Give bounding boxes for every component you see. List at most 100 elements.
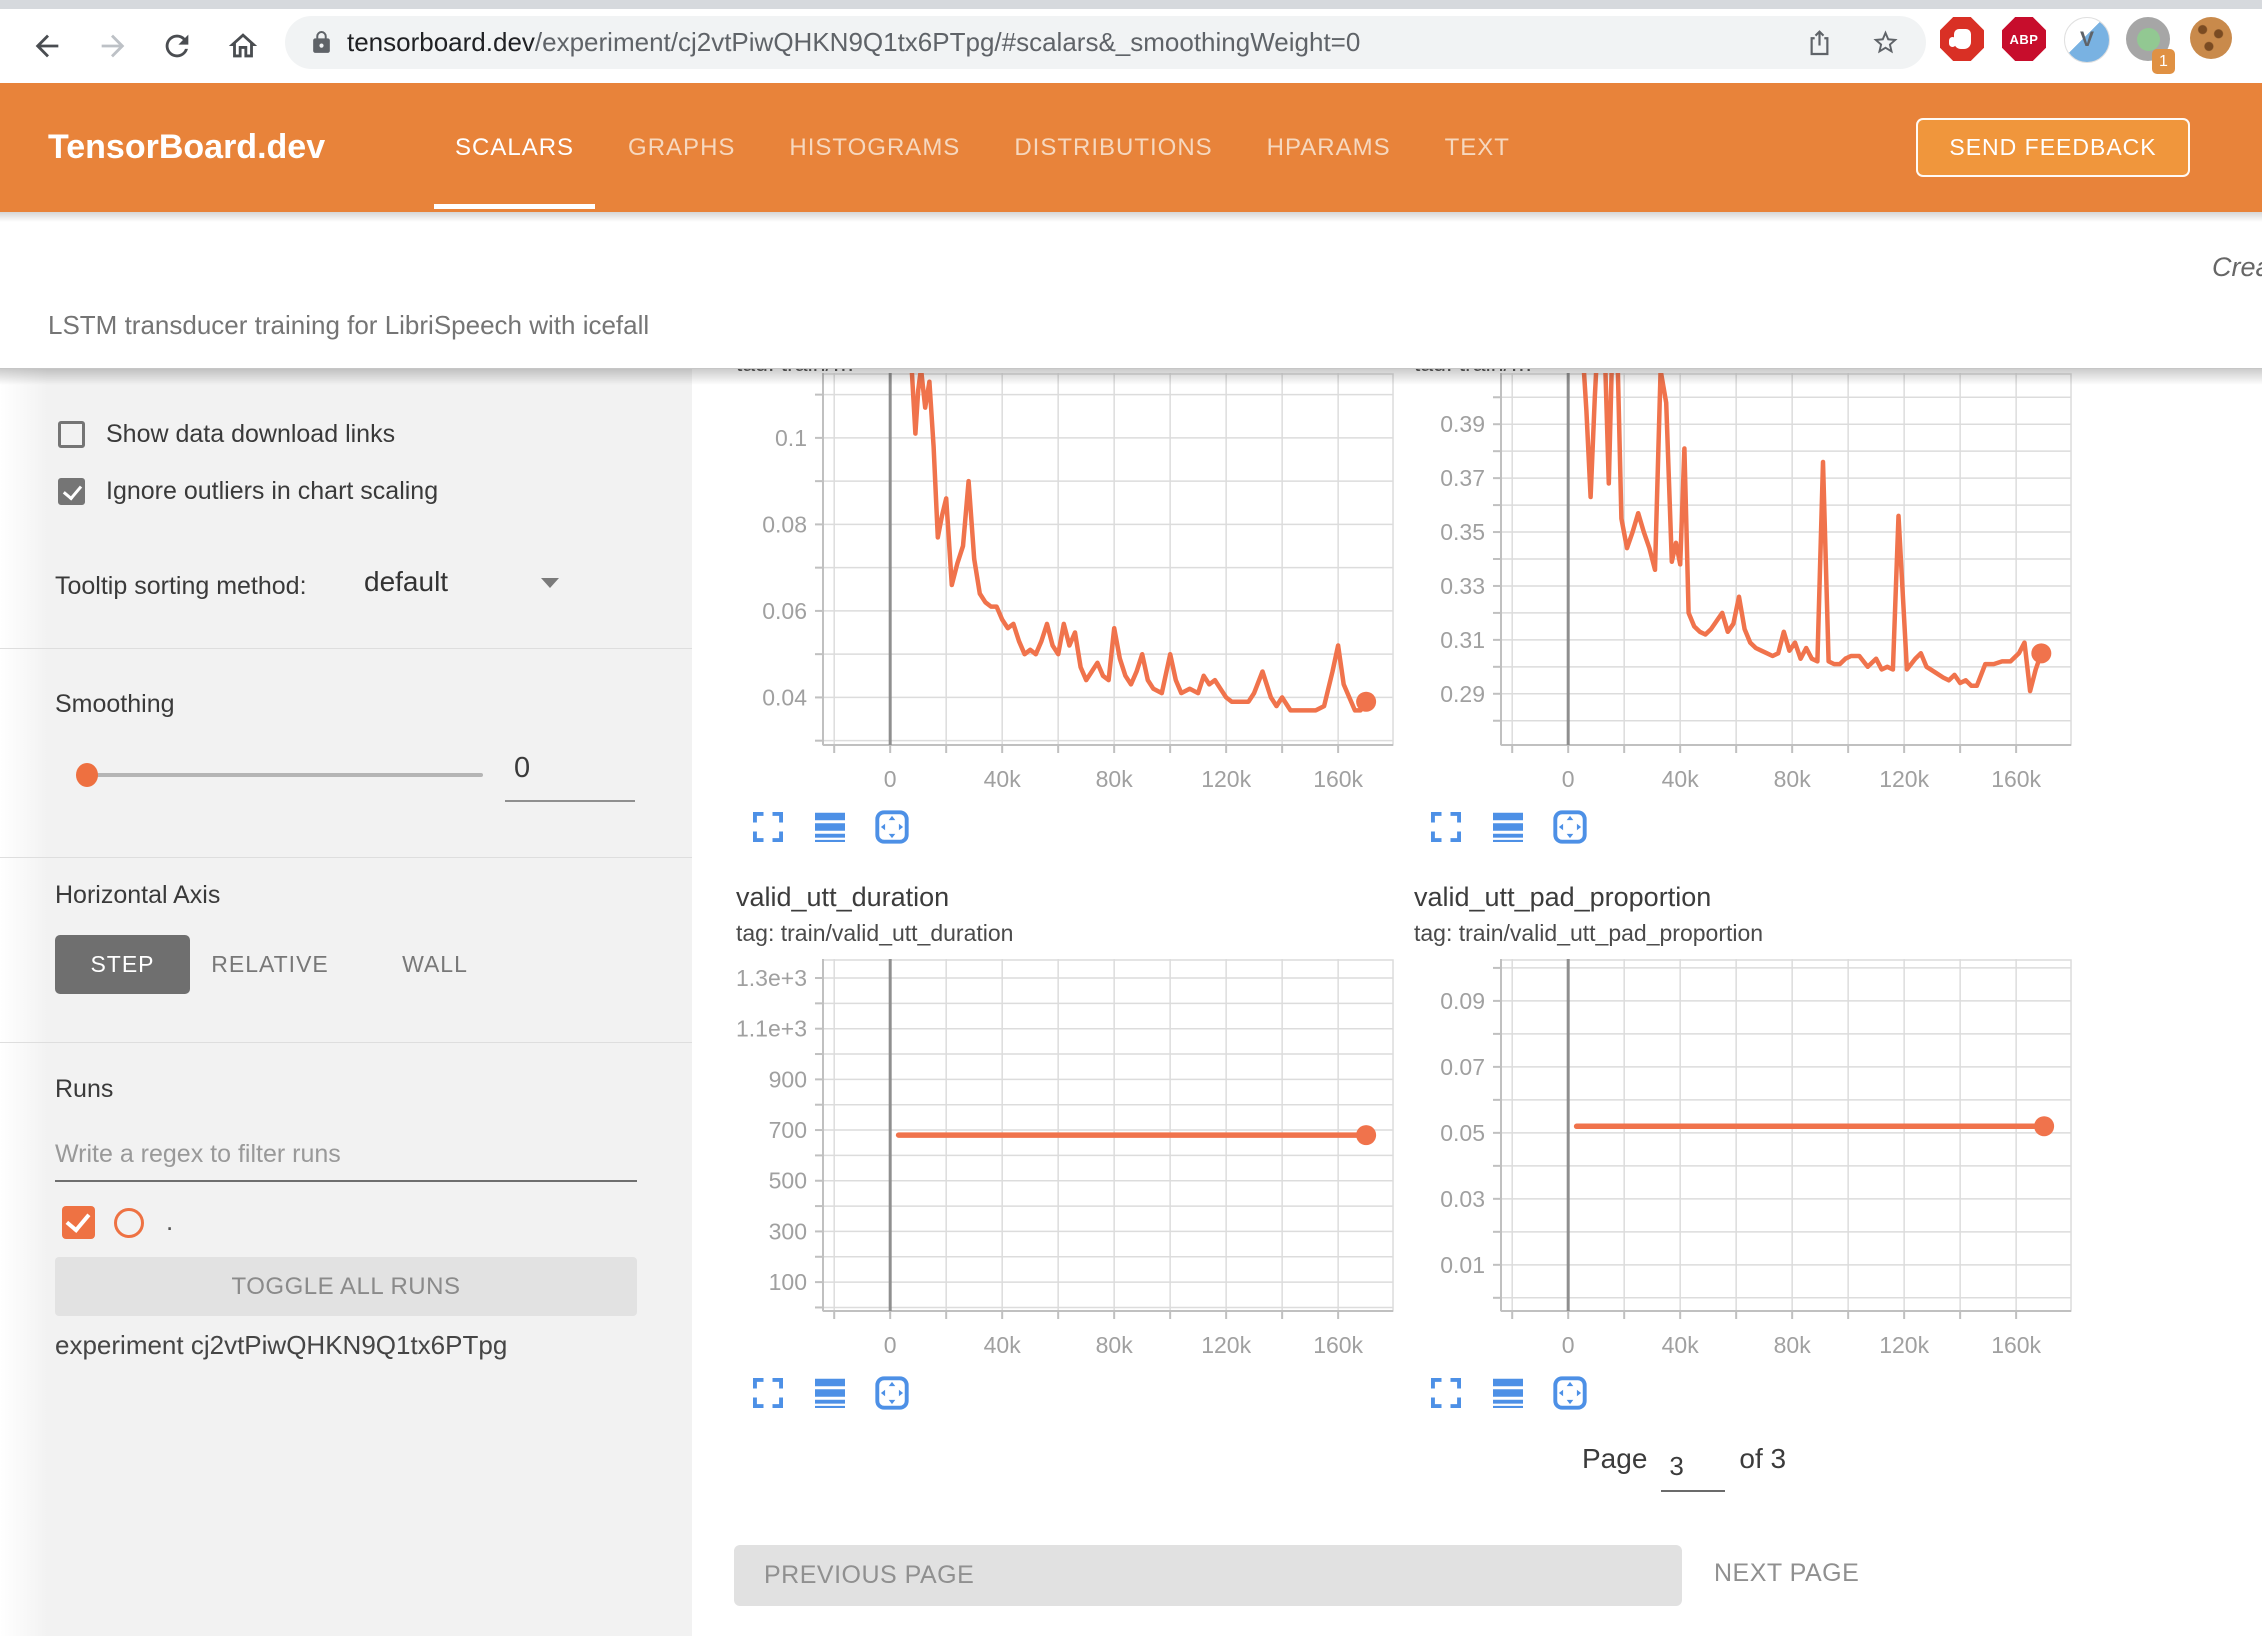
chart-toolbar	[750, 809, 1403, 845]
smoothing-input-underline	[505, 800, 635, 802]
scalar-chart[interactable]: 1003005007009001.1e+31.3e+3040k80k120k16…	[700, 959, 1403, 1367]
chart-card-top-left: tag: train/… 0.040.060.080.1040k80k120k1…	[700, 356, 1403, 845]
svg-text:0.33: 0.33	[1440, 573, 1485, 599]
svg-text:0.39: 0.39	[1440, 411, 1485, 437]
fullscreen-icon[interactable]	[750, 809, 786, 845]
runs-list-icon[interactable]	[812, 809, 848, 845]
smoothing-value-input[interactable]: 0	[514, 752, 530, 785]
chart-toolbar	[1428, 1375, 2081, 1411]
app-header: TensorBoard.dev SCALARS GRAPHS HISTOGRAM…	[0, 83, 2262, 212]
chart-title: valid_utt_pad_proportion	[1414, 882, 2081, 913]
svg-text:700: 700	[769, 1117, 807, 1143]
svg-text:160k: 160k	[1991, 766, 2041, 792]
svg-text:0: 0	[1562, 1332, 1575, 1358]
url-path: /experiment/cj2vtPiwQHKN9Q1tx6PTpg/#scal…	[535, 27, 1360, 57]
svg-text:40k: 40k	[984, 1332, 1022, 1358]
next-page-button[interactable]: NEXT PAGE	[1714, 1559, 1859, 1588]
runs-list-icon[interactable]	[1490, 809, 1526, 845]
tab-text[interactable]: TEXT	[1418, 83, 1537, 212]
abp-label: ABP	[2010, 32, 2039, 47]
browser-toolbar: tensorboard.dev/experiment/cj2vtPiwQHKN9…	[0, 0, 2262, 83]
svg-text:1.1e+3: 1.1e+3	[736, 1016, 807, 1042]
axis-relative-button[interactable]: RELATIVE	[200, 935, 340, 994]
svg-text:100: 100	[769, 1269, 807, 1295]
forward-icon[interactable]	[96, 29, 130, 63]
svg-text:1.3e+3: 1.3e+3	[736, 965, 807, 991]
chart-toolbar	[750, 1375, 1403, 1411]
svg-text:900: 900	[769, 1066, 807, 1092]
scalar-chart[interactable]: 0.040.060.080.1040k80k120k160k	[700, 373, 1403, 801]
abp-extension-icon[interactable]: ABP	[2002, 17, 2046, 61]
url-bar[interactable]: tensorboard.dev/experiment/cj2vtPiwQHKN9…	[285, 16, 1926, 69]
experiment-description: LSTM transducer training for LibriSpeech…	[48, 310, 649, 341]
scalar-chart[interactable]: 0.010.030.050.070.09040k80k120k160k	[1378, 959, 2081, 1367]
runs-list-icon[interactable]	[1490, 1375, 1526, 1411]
ignore-outliers-checkbox[interactable]	[58, 478, 85, 505]
svg-text:0.37: 0.37	[1440, 465, 1485, 491]
svg-text:500: 500	[769, 1168, 807, 1194]
tab-scalars[interactable]: SCALARS	[428, 83, 601, 212]
chevron-down-icon[interactable]	[541, 578, 559, 588]
smoothing-slider-track[interactable]	[88, 773, 483, 777]
svg-text:160k: 160k	[1313, 1332, 1363, 1358]
runs-regex-input[interactable]: Write a regex to filter runs	[55, 1140, 341, 1169]
fit-to-view-icon[interactable]	[874, 1375, 910, 1411]
divider	[0, 648, 692, 649]
svg-text:0.01: 0.01	[1440, 1252, 1485, 1278]
window-strip	[0, 0, 2262, 9]
fullscreen-icon[interactable]	[1428, 1375, 1464, 1411]
experiment-id-label: experiment cj2vtPiwQHKN9Q1tx6PTpg	[55, 1330, 507, 1361]
back-icon[interactable]	[30, 29, 64, 63]
divider	[0, 1042, 692, 1043]
url-text[interactable]: tensorboard.dev/experiment/cj2vtPiwQHKN9…	[347, 16, 1360, 69]
tooltip-sorting-select[interactable]: default	[364, 566, 448, 598]
reload-icon[interactable]	[160, 29, 194, 63]
home-icon[interactable]	[226, 29, 260, 63]
svg-text:0.31: 0.31	[1440, 627, 1485, 653]
charts-panel: tag: train/… 0.040.060.080.1040k80k120k1…	[692, 347, 2262, 1636]
svg-text:300: 300	[769, 1218, 807, 1244]
runs-list-icon[interactable]	[812, 1375, 848, 1411]
v-extension-icon[interactable]: V	[2064, 17, 2110, 63]
green-dot	[2137, 28, 2160, 51]
svg-text:120k: 120k	[1879, 766, 1929, 792]
svg-text:120k: 120k	[1879, 1332, 1929, 1358]
smoothing-slider-thumb[interactable]	[76, 763, 98, 787]
v-label: V	[2080, 28, 2094, 52]
tab-hparams[interactable]: HPARAMS	[1240, 83, 1418, 212]
adblock-extension-icon[interactable]	[1940, 17, 1984, 61]
scalar-chart[interactable]: 0.290.310.330.350.370.39040k80k120k160k	[1378, 373, 2081, 801]
tab-graphs[interactable]: GRAPHS	[601, 83, 762, 212]
fit-to-view-icon[interactable]	[1552, 1375, 1588, 1411]
previous-page-button[interactable]: PREVIOUS PAGE	[734, 1545, 1682, 1606]
tab-histograms[interactable]: HISTOGRAMS	[762, 83, 987, 212]
share-icon[interactable]	[1805, 28, 1834, 57]
fit-to-view-icon[interactable]	[874, 809, 910, 845]
fit-to-view-icon[interactable]	[1552, 809, 1588, 845]
page-number-input[interactable]: 3	[1661, 1451, 1725, 1492]
axis-wall-button[interactable]: WALL	[380, 935, 490, 994]
svg-text:120k: 120k	[1201, 766, 1251, 792]
svg-text:40k: 40k	[1662, 1332, 1700, 1358]
nav-tabs: SCALARS GRAPHS HISTOGRAMS DISTRIBUTIONS …	[428, 83, 1537, 212]
svg-text:80k: 80k	[1096, 1332, 1134, 1358]
fullscreen-icon[interactable]	[1428, 809, 1464, 845]
svg-text:0: 0	[884, 766, 897, 792]
run-checkbox[interactable]	[62, 1206, 95, 1239]
bookmark-star-icon[interactable]	[1871, 28, 1900, 57]
toggle-all-runs-button[interactable]: TOGGLE ALL RUNS	[55, 1257, 637, 1316]
page-of-label: of 3	[1739, 1443, 1786, 1475]
send-feedback-button[interactable]: SEND FEEDBACK	[1916, 118, 2190, 177]
run-color-swatch[interactable]	[114, 1208, 144, 1238]
brand-title: TensorBoard.dev	[48, 83, 325, 212]
svg-text:0: 0	[884, 1332, 897, 1358]
axis-step-button[interactable]: STEP	[55, 935, 190, 994]
tab-distributions[interactable]: DISTRIBUTIONS	[987, 83, 1239, 212]
fullscreen-icon[interactable]	[750, 1375, 786, 1411]
cookie-extension-icon[interactable]	[2190, 17, 2232, 59]
chart-card-top-right: tag: train/… 0.290.310.330.350.370.39040…	[1378, 356, 2081, 845]
svg-text:0.03: 0.03	[1440, 1186, 1485, 1212]
svg-text:80k: 80k	[1096, 766, 1134, 792]
page-label: Page	[1582, 1443, 1647, 1475]
show-download-checkbox[interactable]	[58, 421, 85, 448]
